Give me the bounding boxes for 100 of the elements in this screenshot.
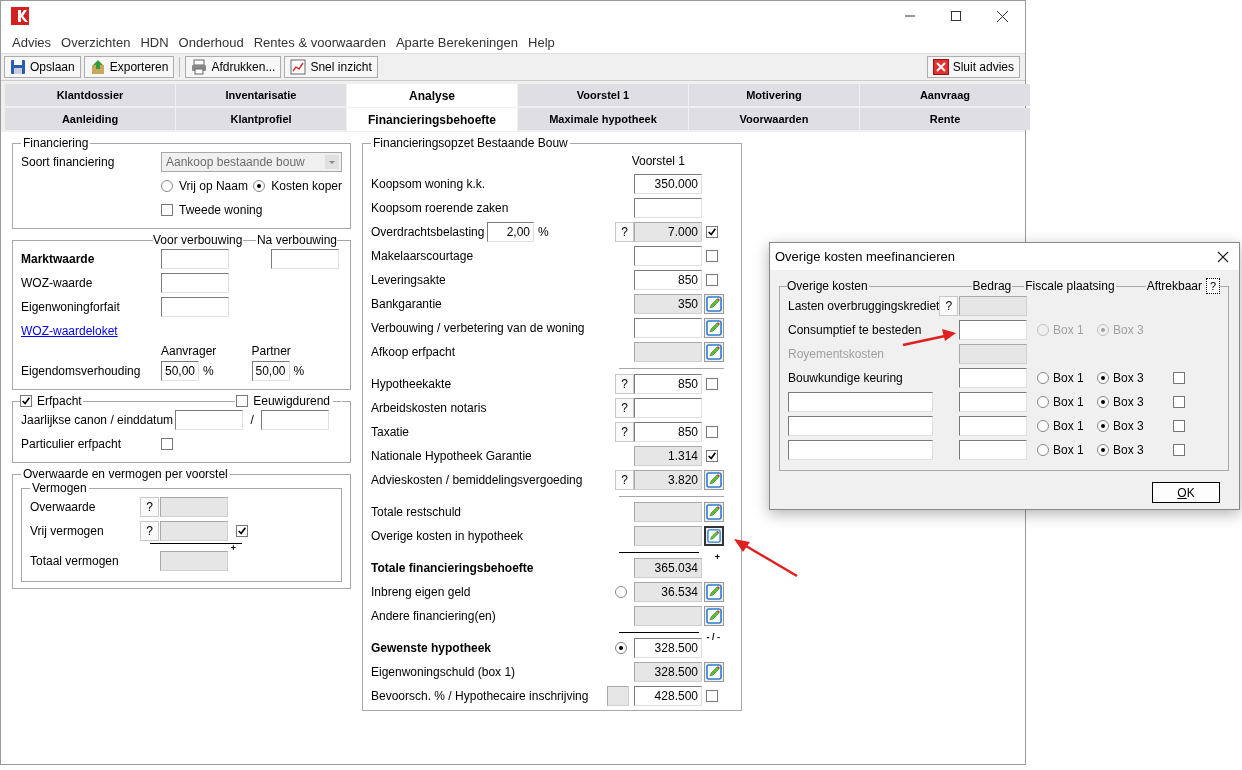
amount-field[interactable] [959, 440, 1027, 460]
checkbox[interactable] [706, 250, 718, 262]
maximize-icon[interactable] [951, 11, 961, 21]
amount-field[interactable]: 36.534 [634, 582, 702, 602]
toolbar-button[interactable]: Exporteren [83, 56, 175, 78]
amount-field[interactable] [634, 526, 702, 546]
radio-button[interactable] [253, 180, 266, 192]
amount-field[interactable]: 850 [634, 374, 702, 394]
amount-field[interactable] [160, 497, 228, 517]
menu-item[interactable]: HDN [135, 34, 174, 50]
amount-field[interactable]: 428.500 [634, 686, 702, 706]
checkbox[interactable] [706, 274, 718, 286]
amount-field[interactable] [175, 410, 244, 430]
menu-item[interactable]: Advies [7, 34, 57, 50]
help-button[interactable]: ? [1206, 278, 1220, 294]
amount-field[interactable] [959, 368, 1027, 388]
amount-field[interactable] [959, 320, 1027, 340]
menu-item[interactable]: Help [523, 34, 560, 50]
close-advice-button[interactable]: Sluit advies [926, 56, 1020, 78]
amount-field[interactable] [160, 551, 228, 571]
description-field[interactable] [788, 440, 933, 460]
checkbox[interactable] [236, 525, 248, 537]
percentage-field[interactable]: 50,00 [161, 361, 199, 381]
close-icon[interactable] [1217, 250, 1229, 263]
menu-item[interactable]: Onderhoud [173, 34, 249, 50]
help-button[interactable]: ? [615, 222, 634, 242]
checkbox[interactable] [706, 426, 718, 438]
checkbox[interactable] [161, 438, 173, 450]
menu-item[interactable]: Overzichten [56, 34, 136, 50]
help-button[interactable]: ? [615, 422, 634, 442]
tab[interactable]: Rente [860, 108, 1030, 130]
menu-item[interactable]: Rentes & voorwaarden [248, 34, 391, 50]
toolbar-button[interactable]: Afdrukken... [185, 56, 282, 78]
radio-button[interactable] [161, 180, 173, 192]
help-button[interactable]: ? [615, 470, 634, 490]
checkbox[interactable] [1173, 396, 1185, 408]
tab[interactable]: Voorstel 1 [518, 84, 688, 106]
amount-field[interactable] [161, 297, 229, 317]
tab[interactable]: Inventarisatie [176, 84, 346, 106]
checkbox[interactable] [706, 226, 718, 238]
help-button[interactable]: ? [939, 296, 959, 316]
radio-button[interactable] [1037, 444, 1049, 456]
amount-field[interactable] [634, 398, 702, 418]
checkbox[interactable] [706, 450, 718, 462]
radio-button[interactable] [1037, 372, 1049, 384]
tab[interactable]: Aanleiding [5, 108, 175, 130]
help-button[interactable]: ? [140, 521, 159, 541]
tab[interactable]: Klantprofiel [176, 108, 346, 130]
help-button[interactable]: ? [615, 374, 634, 394]
radio-button[interactable] [1037, 396, 1049, 408]
toolbar-button[interactable]: Snel inzicht [284, 56, 378, 78]
amount-field[interactable]: 1.314 [634, 446, 702, 466]
amount-field[interactable]: 328.500 [634, 638, 702, 658]
percentage-field[interactable] [607, 686, 629, 706]
radio-button[interactable] [1037, 420, 1049, 432]
tab[interactable]: Motivering [689, 84, 859, 106]
tab[interactable]: Klantdossier [5, 84, 175, 106]
amount-field[interactable] [160, 521, 228, 541]
checkbox[interactable] [20, 395, 32, 407]
description-field[interactable] [788, 416, 933, 436]
checkbox[interactable] [706, 378, 718, 390]
amount-field[interactable]: 850 [634, 422, 702, 442]
amount-field[interactable]: 350.000 [634, 174, 702, 194]
toolbar-button[interactable]: Opslaan [4, 56, 81, 78]
woz-link[interactable]: WOZ-waardeloket [21, 324, 118, 338]
amount-field[interactable]: 365.034 [634, 558, 702, 578]
radio-button[interactable] [615, 586, 627, 598]
checkbox[interactable] [706, 690, 718, 702]
amount-field[interactable] [161, 249, 229, 269]
checkbox[interactable] [236, 395, 249, 407]
menu-item[interactable]: Aparte Berekeningen [390, 34, 524, 50]
radio-button[interactable] [1097, 420, 1109, 432]
radio-button[interactable] [1097, 444, 1109, 456]
amount-field[interactable]: 328.500 [634, 662, 702, 682]
amount-field[interactable] [959, 296, 1027, 316]
description-field[interactable] [788, 392, 933, 412]
amount-field[interactable] [959, 416, 1027, 436]
amount-field[interactable] [261, 410, 330, 430]
amount-field[interactable] [959, 392, 1027, 412]
amount-field[interactable]: 3.820 [634, 470, 702, 490]
radio-button[interactable] [1097, 372, 1109, 384]
amount-field[interactable] [161, 273, 229, 293]
percentage-field[interactable]: 2,00 [487, 222, 534, 242]
checkbox[interactable] [161, 204, 173, 216]
close-icon[interactable] [996, 10, 1008, 22]
checkbox[interactable] [1173, 444, 1185, 456]
amount-field[interactable] [634, 342, 702, 362]
tab[interactable]: Voorwaarden [689, 108, 859, 130]
radio-button[interactable] [615, 642, 627, 654]
radio-button[interactable] [1097, 396, 1109, 408]
amount-field[interactable]: 7.000 [634, 222, 702, 242]
tab[interactable]: Analyse [347, 84, 517, 107]
percentage-field[interactable]: 50,00 [251, 361, 290, 381]
amount-field[interactable] [634, 606, 702, 626]
amount-field[interactable]: 350 [634, 294, 702, 314]
help-button[interactable]: ? [140, 497, 159, 517]
amount-field[interactable]: 850 [634, 270, 702, 290]
amount-field[interactable] [634, 502, 702, 522]
amount-field[interactable] [634, 246, 702, 266]
checkbox[interactable] [1173, 420, 1185, 432]
